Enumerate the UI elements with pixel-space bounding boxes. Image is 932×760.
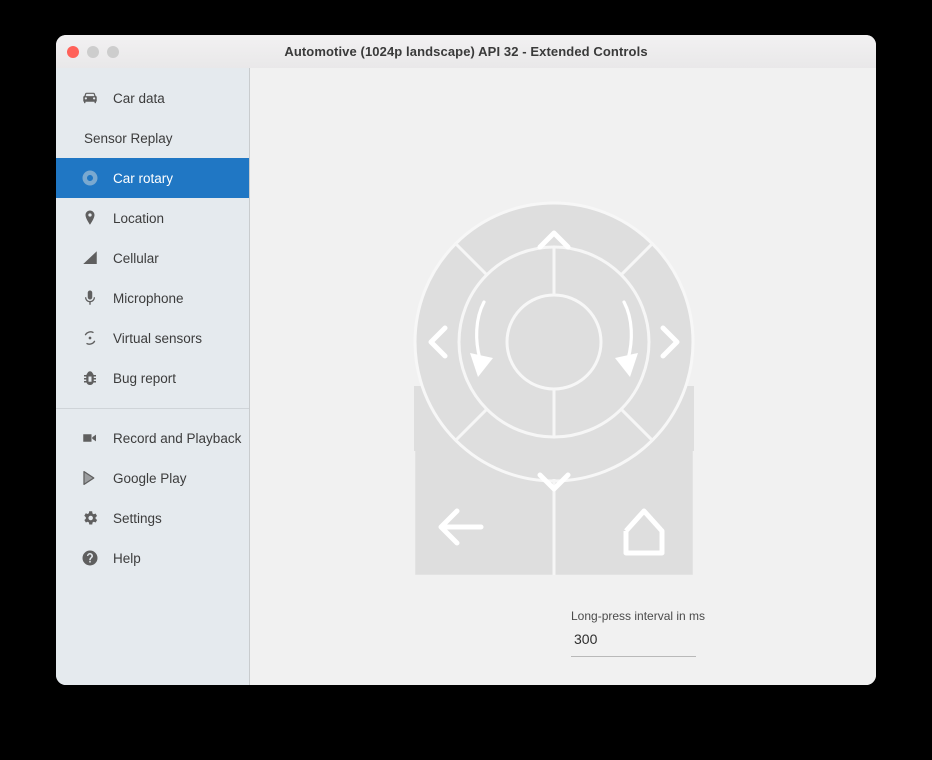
window-body: Car data Sensor Replay Car rotary	[56, 68, 876, 685]
virtual-sensors-icon	[81, 329, 99, 347]
bug-icon	[81, 369, 99, 387]
extended-controls-window: Automotive (1024p landscape) API 32 - Ex…	[56, 35, 876, 685]
sidebar-item-label: Record and Playback	[113, 431, 241, 446]
sidebar-item-label: Help	[113, 551, 141, 566]
sidebar-item-label: Location	[113, 211, 164, 226]
sidebar-item-label: Google Play	[113, 471, 187, 486]
long-press-interval-value: 300	[574, 631, 597, 647]
sidebar-item-microphone[interactable]: Microphone	[56, 278, 249, 318]
sidebar-item-car-rotary[interactable]: Car rotary	[56, 158, 249, 198]
window-titlebar: Automotive (1024p landscape) API 32 - Ex…	[56, 35, 876, 69]
sidebar-nav: Car data Sensor Replay Car rotary	[56, 68, 250, 685]
sidebar-item-google-play[interactable]: Google Play	[56, 458, 249, 498]
sidebar-item-label: Settings	[113, 511, 162, 526]
long-press-interval-input[interactable]: 300	[571, 628, 696, 657]
close-button[interactable]	[67, 46, 79, 58]
sidebar-item-sensor-replay[interactable]: Sensor Replay	[56, 118, 249, 158]
sidebar-item-label: Car data	[113, 91, 165, 106]
zoom-button[interactable]	[107, 46, 119, 58]
window-controls	[67, 35, 119, 68]
cellular-signal-icon	[81, 249, 99, 267]
location-pin-icon	[81, 209, 99, 227]
question-circle-icon	[81, 549, 99, 567]
long-press-interval-label: Long-press interval in ms	[571, 609, 705, 623]
sidebar-item-car-data[interactable]: Car data	[56, 78, 249, 118]
rotary-icon	[81, 169, 99, 187]
sidebar-item-record-and-playback[interactable]: Record and Playback	[56, 418, 249, 458]
gear-icon	[81, 509, 99, 527]
sidebar-item-label: Sensor Replay	[84, 131, 173, 146]
sidebar-item-virtual-sensors[interactable]: Virtual sensors	[56, 318, 249, 358]
sidebar-item-location[interactable]: Location	[56, 198, 249, 238]
sidebar-item-help[interactable]: Help	[56, 538, 249, 578]
sidebar-item-label: Virtual sensors	[113, 331, 202, 346]
microphone-icon	[81, 289, 99, 307]
sidebar-divider	[56, 408, 249, 409]
video-camera-icon	[81, 429, 99, 447]
google-play-icon	[81, 469, 99, 487]
sidebar-item-bug-report[interactable]: Bug report	[56, 358, 249, 398]
car-rotary-control[interactable]	[413, 201, 695, 577]
sidebar-item-label: Cellular	[113, 251, 159, 266]
car-icon	[81, 89, 99, 107]
window-title: Automotive (1024p landscape) API 32 - Ex…	[56, 44, 876, 59]
sidebar-item-settings[interactable]: Settings	[56, 498, 249, 538]
sidebar-item-label: Car rotary	[113, 171, 173, 186]
sidebar-item-cellular[interactable]: Cellular	[56, 238, 249, 278]
sidebar-item-label: Microphone	[113, 291, 184, 306]
main-content: Long-press interval in ms 300	[250, 68, 876, 685]
minimize-button[interactable]	[87, 46, 99, 58]
sidebar-item-label: Bug report	[113, 371, 176, 386]
